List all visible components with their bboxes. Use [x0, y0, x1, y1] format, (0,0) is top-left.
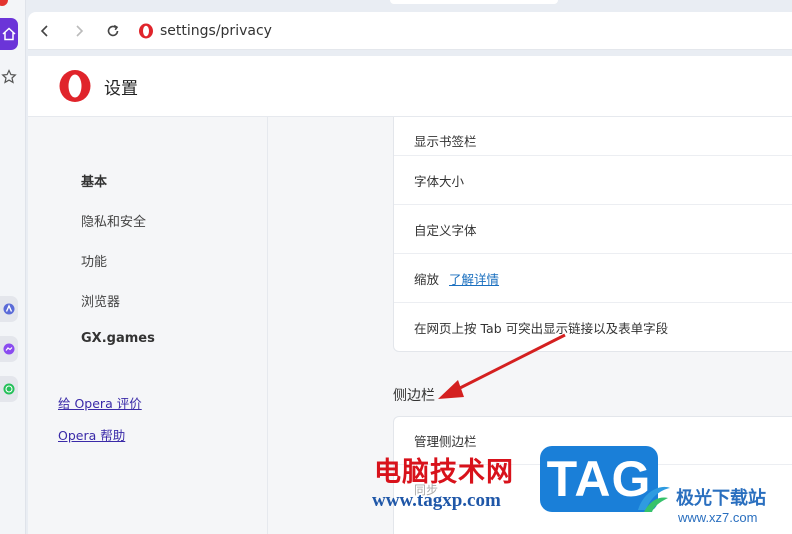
- section-title-sidebar: 侧边栏: [393, 388, 435, 404]
- row-label: 在网页上按 Tab 可突出显示链接以及表单字段: [414, 321, 669, 336]
- chevron-right-icon: [76, 24, 84, 37]
- active-tab[interactable]: [390, 0, 558, 4]
- whatsapp-icon[interactable]: [0, 376, 18, 402]
- forward-button[interactable]: [62, 12, 96, 50]
- settings-content: 显示书签栏 字体大小 自定义字体 缩放 了解详情 在网页上按 Tab 可突出显示链…: [268, 117, 792, 534]
- address-bar: settings/privacy: [28, 12, 792, 50]
- nav-item-basic[interactable]: 基本: [81, 171, 107, 190]
- watermark-site-name: 极光下载站: [676, 488, 766, 509]
- row-label: 显示书签栏: [414, 134, 477, 149]
- watermark-site-url: www.xz7.com: [678, 510, 758, 525]
- url-text[interactable]: settings/privacy: [160, 23, 272, 39]
- row-label: 缩放: [414, 271, 440, 287]
- nav-item-privacy[interactable]: 隐私和安全: [81, 211, 146, 230]
- learn-more-link[interactable]: 了解详情: [449, 269, 499, 288]
- reload-button[interactable]: [96, 12, 130, 50]
- zoom-row[interactable]: 缩放 了解详情: [394, 254, 792, 303]
- sidebar-notification-dot: [0, 0, 8, 6]
- chevron-left-icon: [40, 24, 48, 37]
- watermark-cn-text: 电脑技术网: [374, 457, 514, 488]
- font-size-row[interactable]: 字体大小: [394, 156, 792, 205]
- show-bookmarks-bar-row[interactable]: 显示书签栏: [394, 117, 792, 156]
- opera-help-link[interactable]: Opera 帮助: [58, 425, 125, 444]
- messenger-icon[interactable]: [0, 336, 18, 362]
- watermark-url: www.tagxp.com: [372, 490, 501, 511]
- back-button[interactable]: [28, 12, 62, 50]
- settings-header: 设置: [28, 56, 792, 117]
- rate-opera-link[interactable]: 给 Opera 评价: [58, 393, 142, 412]
- nav-item-browser[interactable]: 浏览器: [81, 291, 120, 310]
- app-icon-1[interactable]: [0, 296, 18, 322]
- row-label: 字体大小: [414, 173, 465, 189]
- aurora-logo-icon: [638, 486, 670, 512]
- nav-item-gxgames[interactable]: GX.games: [81, 331, 155, 346]
- settings-nav: 基本 隐私和安全 功能 浏览器 GX.games 给 Opera 评价 Oper…: [28, 117, 268, 534]
- row-label: 管理侧边栏: [414, 434, 477, 449]
- tab-highlight-row[interactable]: 在网页上按 Tab 可突出显示链接以及表单字段: [394, 303, 792, 352]
- home-icon[interactable]: [0, 18, 18, 50]
- nav-item-features[interactable]: 功能: [81, 251, 107, 270]
- opera-logo-icon: [59, 70, 91, 102]
- reload-icon: [107, 24, 119, 36]
- row-label: 自定义字体: [414, 222, 477, 238]
- opera-sidebar: [0, 0, 26, 534]
- custom-fonts-row[interactable]: 自定义字体: [394, 205, 792, 254]
- opera-logo-icon: [139, 23, 153, 38]
- bookmarks-star-icon[interactable]: [0, 64, 18, 90]
- appearance-card: 显示书签栏 字体大小 自定义字体 缩放 了解详情 在网页上按 Tab 可突出显示链…: [393, 117, 792, 352]
- tab-strip: [26, 0, 792, 12]
- page-title: 设置: [104, 78, 138, 99]
